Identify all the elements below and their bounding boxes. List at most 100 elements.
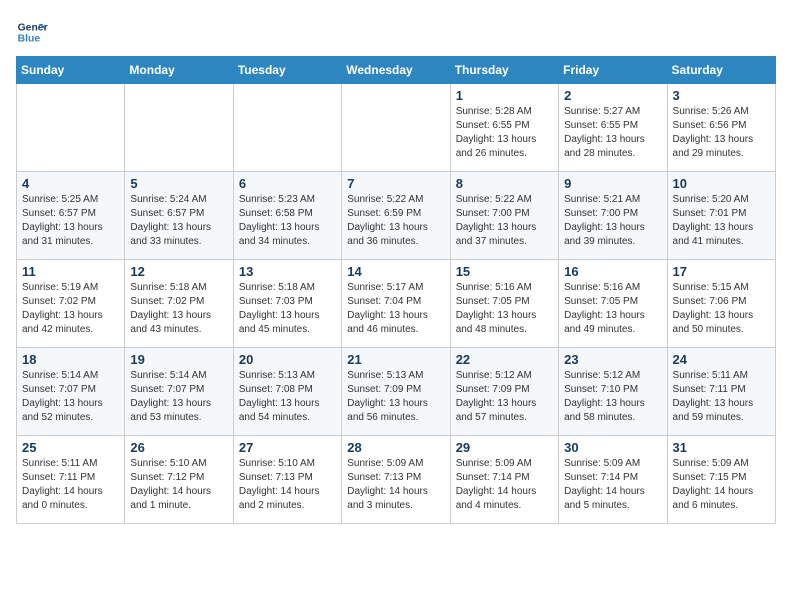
day-info: Sunrise: 5:18 AM Sunset: 7:02 PM Dayligh… [130, 281, 227, 337]
day-number: 3 [673, 88, 770, 103]
day-info: Sunrise: 5:09 AM Sunset: 7:14 PM Dayligh… [456, 457, 553, 513]
day-cell-13: 10 Sunrise: 5:20 AM Sunset: 7:01 PM Dayli… [667, 172, 775, 260]
day-cell-25: 22 Sunrise: 5:12 AM Sunset: 7:09 PM Dayli… [450, 348, 558, 436]
col-header-tuesday: Tuesday [233, 57, 341, 84]
day-info: Sunrise: 5:09 AM Sunset: 7:14 PM Dayligh… [564, 457, 661, 513]
day-number: 12 [130, 264, 227, 279]
day-cell-1 [125, 84, 233, 172]
day-number: 22 [456, 352, 553, 367]
col-header-sunday: Sunday [17, 57, 125, 84]
day-info: Sunrise: 5:24 AM Sunset: 6:57 PM Dayligh… [130, 193, 227, 249]
day-cell-18: 15 Sunrise: 5:16 AM Sunset: 7:05 PM Dayli… [450, 260, 558, 348]
day-cell-6: 3 Sunrise: 5:26 AM Sunset: 6:56 PM Daylig… [667, 84, 775, 172]
day-number: 7 [347, 176, 444, 191]
day-number: 15 [456, 264, 553, 279]
day-info: Sunrise: 5:22 AM Sunset: 6:59 PM Dayligh… [347, 193, 444, 249]
day-cell-12: 9Sunrise: 5:21 AM Sunset: 7:00 PM Daylig… [559, 172, 667, 260]
day-cell-33: 30 Sunrise: 5:09 AM Sunset: 7:14 PM Dayli… [559, 436, 667, 524]
day-info: Sunrise: 5:19 AM Sunset: 7:02 PM Dayligh… [22, 281, 119, 337]
day-number: 16 [564, 264, 661, 279]
day-cell-24: 21 Sunrise: 5:13 AM Sunset: 7:09 PM Dayli… [342, 348, 450, 436]
day-cell-0 [17, 84, 125, 172]
day-number: 21 [347, 352, 444, 367]
day-number: 5 [130, 176, 227, 191]
day-info: Sunrise: 5:27 AM Sunset: 6:55 PM Dayligh… [564, 105, 661, 161]
day-number: 28 [347, 440, 444, 455]
day-number: 30 [564, 440, 661, 455]
day-cell-32: 29Sunrise: 5:09 AM Sunset: 7:14 PM Dayli… [450, 436, 558, 524]
day-cell-2 [233, 84, 341, 172]
col-header-wednesday: Wednesday [342, 57, 450, 84]
day-info: Sunrise: 5:28 AM Sunset: 6:55 PM Dayligh… [456, 105, 553, 161]
day-info: Sunrise: 5:16 AM Sunset: 7:05 PM Dayligh… [456, 281, 553, 337]
calendar-table: SundayMondayTuesdayWednesdayThursdayFrid… [16, 56, 776, 524]
day-cell-3 [342, 84, 450, 172]
logo-icon: General Blue [16, 16, 48, 48]
day-info: Sunrise: 5:11 AM Sunset: 7:11 PM Dayligh… [673, 369, 770, 425]
day-number: 26 [130, 440, 227, 455]
day-cell-4: 1 Sunrise: 5:28 AM Sunset: 6:55 PM Daylig… [450, 84, 558, 172]
day-number: 4 [22, 176, 119, 191]
col-header-thursday: Thursday [450, 57, 558, 84]
day-cell-20: 17 Sunrise: 5:15 AM Sunset: 7:06 PM Dayli… [667, 260, 775, 348]
day-cell-7: 4 Sunrise: 5:25 AM Sunset: 6:57 PM Daylig… [17, 172, 125, 260]
day-number: 11 [22, 264, 119, 279]
day-cell-22: 19 Sunrise: 5:14 AM Sunset: 7:07 PM Dayli… [125, 348, 233, 436]
day-cell-16: 13 Sunrise: 5:18 AM Sunset: 7:03 PM Dayli… [233, 260, 341, 348]
day-cell-10: 7 Sunrise: 5:22 AM Sunset: 6:59 PM Daylig… [342, 172, 450, 260]
week-row-5: 25 Sunrise: 5:11 AM Sunset: 7:11 PM Dayli… [17, 436, 776, 524]
day-cell-34: 31Sunrise: 5:09 AM Sunset: 7:15 PM Dayli… [667, 436, 775, 524]
calendar-header-row: SundayMondayTuesdayWednesdayThursdayFrid… [17, 57, 776, 84]
day-number: 13 [239, 264, 336, 279]
day-cell-26: 23Sunrise: 5:12 AM Sunset: 7:10 PM Dayli… [559, 348, 667, 436]
col-header-saturday: Saturday [667, 57, 775, 84]
day-info: Sunrise: 5:17 AM Sunset: 7:04 PM Dayligh… [347, 281, 444, 337]
week-row-3: 11 Sunrise: 5:19 AM Sunset: 7:02 PM Dayli… [17, 260, 776, 348]
day-info: Sunrise: 5:14 AM Sunset: 7:07 PM Dayligh… [130, 369, 227, 425]
day-number: 8 [456, 176, 553, 191]
day-number: 14 [347, 264, 444, 279]
day-number: 6 [239, 176, 336, 191]
page-header: General Blue [16, 16, 776, 48]
day-cell-19: 16 Sunrise: 5:16 AM Sunset: 7:05 PM Dayli… [559, 260, 667, 348]
day-info: Sunrise: 5:09 AM Sunset: 7:13 PM Dayligh… [347, 457, 444, 513]
day-info: Sunrise: 5:15 AM Sunset: 7:06 PM Dayligh… [673, 281, 770, 337]
day-info: Sunrise: 5:13 AM Sunset: 7:08 PM Dayligh… [239, 369, 336, 425]
svg-text:Blue: Blue [18, 34, 41, 45]
day-info: Sunrise: 5:13 AM Sunset: 7:09 PM Dayligh… [347, 369, 444, 425]
day-number: 9 [564, 176, 661, 191]
day-number: 2 [564, 88, 661, 103]
day-cell-30: 27Sunrise: 5:10 AM Sunset: 7:13 PM Dayli… [233, 436, 341, 524]
day-number: 19 [130, 352, 227, 367]
day-info: Sunrise: 5:22 AM Sunset: 7:00 PM Dayligh… [456, 193, 553, 249]
day-cell-21: 18Sunrise: 5:14 AM Sunset: 7:07 PM Dayli… [17, 348, 125, 436]
day-info: Sunrise: 5:26 AM Sunset: 6:56 PM Dayligh… [673, 105, 770, 161]
day-info: Sunrise: 5:18 AM Sunset: 7:03 PM Dayligh… [239, 281, 336, 337]
day-info: Sunrise: 5:23 AM Sunset: 6:58 PM Dayligh… [239, 193, 336, 249]
day-number: 10 [673, 176, 770, 191]
day-number: 1 [456, 88, 553, 103]
day-number: 31 [673, 440, 770, 455]
day-number: 17 [673, 264, 770, 279]
week-row-1: 1 Sunrise: 5:28 AM Sunset: 6:55 PM Daylig… [17, 84, 776, 172]
day-info: Sunrise: 5:25 AM Sunset: 6:57 PM Dayligh… [22, 193, 119, 249]
day-cell-5: 2 Sunrise: 5:27 AM Sunset: 6:55 PM Daylig… [559, 84, 667, 172]
day-info: Sunrise: 5:10 AM Sunset: 7:12 PM Dayligh… [130, 457, 227, 513]
day-cell-23: 20Sunrise: 5:13 AM Sunset: 7:08 PM Dayli… [233, 348, 341, 436]
col-header-friday: Friday [559, 57, 667, 84]
day-number: 18 [22, 352, 119, 367]
day-cell-17: 14 Sunrise: 5:17 AM Sunset: 7:04 PM Dayli… [342, 260, 450, 348]
day-number: 25 [22, 440, 119, 455]
day-cell-31: 28 Sunrise: 5:09 AM Sunset: 7:13 PM Dayli… [342, 436, 450, 524]
day-cell-28: 25 Sunrise: 5:11 AM Sunset: 7:11 PM Dayli… [17, 436, 125, 524]
logo: General Blue [16, 16, 48, 48]
day-cell-9: 6 Sunrise: 5:23 AM Sunset: 6:58 PM Daylig… [233, 172, 341, 260]
day-info: Sunrise: 5:11 AM Sunset: 7:11 PM Dayligh… [22, 457, 119, 513]
day-info: Sunrise: 5:20 AM Sunset: 7:01 PM Dayligh… [673, 193, 770, 249]
week-row-4: 18 Sunrise: 5:14 AM Sunset: 7:07 PM Dayli… [17, 348, 776, 436]
day-number: 24 [673, 352, 770, 367]
day-info: Sunrise: 5:16 AM Sunset: 7:05 PM Dayligh… [564, 281, 661, 337]
day-info: Sunrise: 5:12 AM Sunset: 7:10 PM Dayligh… [564, 369, 661, 425]
day-cell-29: 26 Sunrise: 5:10 AM Sunset: 7:12 PM Dayli… [125, 436, 233, 524]
day-info: Sunrise: 5:12 AM Sunset: 7:09 PM Dayligh… [456, 369, 553, 425]
